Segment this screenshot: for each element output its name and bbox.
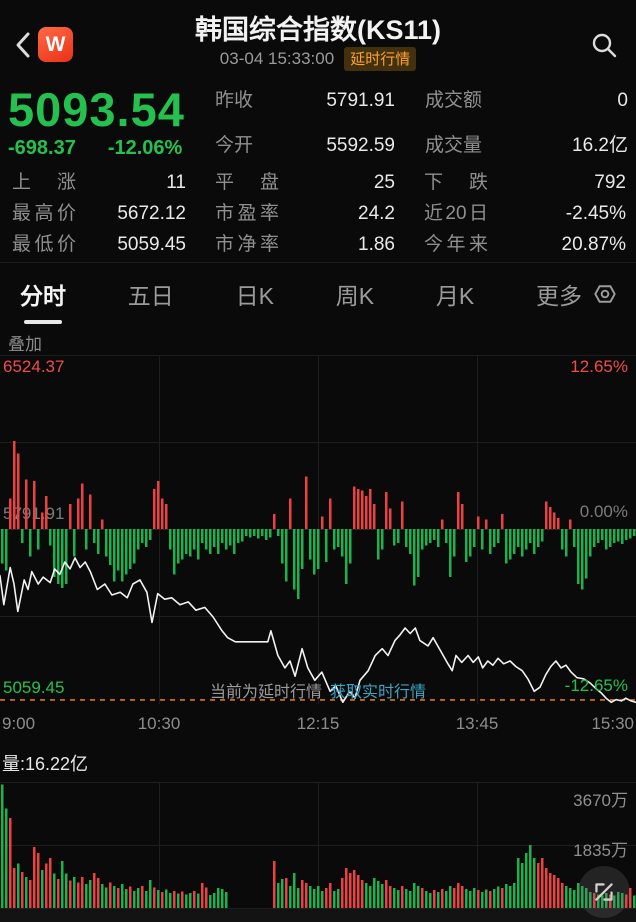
app-root: W 韩国综合指数(KS11) 03-04 15:33:00 延时行情 5093.…	[0, 0, 636, 922]
time-tick: 13:45	[456, 714, 499, 734]
stat-label: 平盘	[215, 170, 279, 196]
stat-value: 24.2	[358, 201, 395, 227]
stat-value: 11	[166, 170, 186, 196]
stat-cell: 最高价 5672.12	[12, 201, 186, 227]
tab-bar: 分时 五日 日K 周K 月K 更多	[0, 262, 636, 324]
stat-label: 市净率	[215, 232, 279, 258]
quote-field-label: 今开	[215, 133, 253, 159]
price-change-row: -698.37 -12.06%	[8, 137, 182, 160]
stats-table: 上涨 11 平盘 25 下跌 792 最高价 5672.12 市盈率 24.2 近20日 -2.45%…	[12, 170, 626, 258]
stat-label: 今年来	[424, 232, 488, 258]
delayed-notice-text: 当前为延时行情	[210, 678, 322, 702]
tab-item[interactable]: 五日	[122, 271, 180, 317]
stat-cell: 最低价 5059.45	[12, 232, 186, 258]
last-price: 5093.54	[8, 82, 185, 137]
quote-datetime: 03-04 15:33:00	[220, 49, 334, 69]
quote-field: 今开 5592.59	[215, 133, 395, 159]
tab-item[interactable]: 分时	[14, 271, 72, 317]
quote-field-label: 昨收	[215, 88, 253, 114]
expand-icon	[587, 875, 621, 909]
tab-list: 分时 五日 日K 周K 月K 更多	[14, 271, 588, 317]
tab-item[interactable]: 周K	[330, 271, 380, 317]
stat-cell: 下跌 792	[424, 170, 626, 196]
stat-value: 1.86	[358, 232, 395, 258]
stat-cell: 市盈率 24.2	[215, 201, 395, 227]
stat-label: 最低价	[12, 232, 76, 258]
quote-field-value: 0	[617, 88, 628, 114]
quote-meta-row: 03-04 15:33:00 延时行情	[0, 47, 636, 71]
stat-label: 下跌	[424, 170, 488, 196]
delayed-quote-badge: 延时行情	[344, 47, 416, 71]
stat-value: 25	[374, 170, 395, 196]
realtime-quote-link[interactable]: 获取实时行情	[330, 678, 426, 702]
quote-field-label: 成交额	[425, 88, 482, 114]
stat-value: 5059.45	[117, 232, 186, 258]
time-axis: 9:00 10:30 12:15 13:45 15:30	[0, 714, 636, 740]
quote-field: 昨收 5791.91	[215, 88, 395, 114]
stat-cell: 平盘 25	[215, 170, 395, 196]
volume-axis-top-label: 3670万	[573, 786, 628, 811]
stat-value: 792	[594, 170, 626, 196]
stat-value: 5672.12	[117, 201, 186, 227]
bottom-strip	[0, 908, 636, 922]
time-tick: 10:30	[138, 714, 181, 734]
chart-settings-button[interactable]	[588, 277, 622, 311]
price-change: -698.37	[8, 137, 76, 160]
quote-field-value: 5592.59	[326, 133, 395, 159]
stats-row: 上涨 11 平盘 25 下跌 792	[12, 170, 626, 196]
volume-axis-mid-label: 1835万	[573, 836, 628, 861]
volume-title: 量:16.22亿	[2, 750, 88, 776]
stat-label: 最高价	[12, 201, 76, 227]
stat-value: -2.45%	[566, 201, 626, 227]
page-title: 韩国综合指数(KS11)	[0, 8, 636, 47]
time-tick: 15:30	[591, 714, 634, 734]
expand-chart-button[interactable]	[578, 866, 630, 918]
quote-grid: 昨收 5791.91 成交额 0 今开 5592.59 成交量 16.2亿	[215, 88, 628, 159]
volume-chart[interactable]	[0, 782, 636, 908]
hexagon-gear-icon	[591, 280, 619, 308]
time-tick: 12:15	[297, 714, 340, 734]
stat-label: 市盈率	[215, 201, 279, 227]
stat-label: 上涨	[12, 170, 76, 196]
time-tick: 9:00	[2, 714, 35, 734]
tab-item[interactable]: 日K	[230, 271, 280, 317]
stat-label: 近20日	[424, 201, 488, 227]
stat-cell: 今年来 20.87%	[424, 232, 626, 258]
stat-value: 20.87%	[562, 232, 626, 258]
stat-cell: 市净率 1.86	[215, 232, 395, 258]
search-icon	[590, 31, 618, 59]
tab-item[interactable]: 月K	[430, 271, 480, 317]
quote-field-value: 5791.91	[326, 88, 395, 114]
stats-row: 最低价 5059.45 市净率 1.86 今年来 20.87%	[12, 232, 626, 258]
stat-cell: 近20日 -2.45%	[424, 201, 626, 227]
tab-item[interactable]: 更多	[530, 271, 588, 317]
quote-field: 成交量 16.2亿	[425, 133, 628, 159]
price-change-percent: -12.06%	[108, 137, 183, 160]
quote-field-value: 16.2亿	[572, 133, 628, 159]
stats-row: 最高价 5672.12 市盈率 24.2 近20日 -2.45%	[12, 201, 626, 227]
intraday-chart[interactable]	[0, 355, 636, 704]
delayed-notice: 当前为延时行情 获取实时行情	[0, 678, 636, 702]
quote-field: 成交额 0	[425, 88, 628, 114]
stat-cell: 上涨 11	[12, 170, 186, 196]
quote-field-label: 成交量	[425, 133, 482, 159]
search-button[interactable]	[586, 28, 622, 62]
overlay-toggle[interactable]: 叠加	[8, 330, 42, 355]
